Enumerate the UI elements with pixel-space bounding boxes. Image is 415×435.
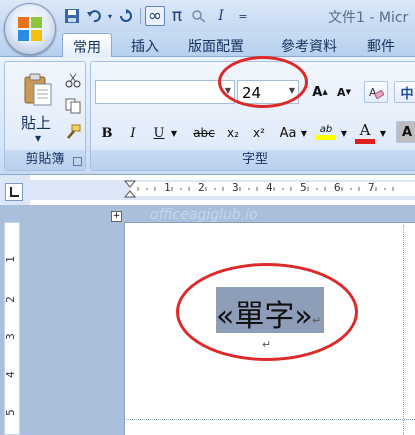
clipboard-group: 貼上 ▼ 剪貼簿 [4, 61, 86, 171]
clear-format-button[interactable]: A [364, 81, 388, 103]
tab-page-layout[interactable]: 版面配置 [188, 36, 244, 56]
shrink-font-label: A [337, 85, 346, 99]
subscript-button[interactable]: x₂ [222, 122, 244, 144]
infinity-icon[interactable]: ∞ [145, 6, 165, 26]
redo-icon[interactable] [116, 6, 136, 26]
format-painter-icon[interactable] [65, 124, 81, 140]
font-color-dropdown-icon[interactable]: ▼ [378, 122, 388, 144]
margin-guide [126, 419, 415, 420]
font-name-combo[interactable]: ▼ [95, 80, 235, 104]
pi-icon[interactable]: π [167, 6, 187, 26]
ribbon: 貼上 ▼ 剪貼簿 ▼ 24 ▼ A ▲ A ▼ A 中 B I U ▼ abc … [0, 57, 415, 175]
vertical-ruler[interactable]: 1 2 3 4 5 [4, 222, 20, 435]
paste-button[interactable]: 貼上 [21, 112, 51, 133]
qat-separator [140, 8, 141, 24]
tab-insert[interactable]: 插入 [131, 36, 159, 56]
annotation-ellipse-font-size [218, 56, 308, 108]
ruler-number: 5 [3, 409, 17, 416]
paste-dropdown-icon[interactable]: ▼ [35, 134, 41, 143]
italic-i-icon[interactable]: I [211, 6, 231, 26]
title-bar: ▾ ∞ π I = 文件1 - Micr [0, 0, 415, 32]
tab-home[interactable]: 常用 [62, 33, 112, 58]
window-title: 文件1 - Micr [328, 10, 409, 26]
undo-dropdown-icon[interactable]: ▾ [106, 6, 114, 26]
phonetic-guide-button[interactable]: 中 [394, 81, 415, 103]
margin-guide [403, 225, 404, 435]
font-color-label: A [359, 120, 371, 139]
character-shading-button[interactable]: A [396, 121, 415, 143]
tab-stop-selector-icon[interactable] [5, 183, 23, 201]
ribbon-tabs: 常用 插入 版面配置 參考資料 郵件 [0, 32, 415, 58]
table-move-handle-icon[interactable]: + [111, 211, 122, 222]
paste-icon[interactable] [23, 72, 53, 106]
bold-button[interactable]: B [97, 122, 117, 144]
annotation-ellipse-field [176, 263, 358, 361]
ruler-ticks [137, 187, 394, 191]
watermark: officeagiglub.io [150, 207, 258, 223]
tab-references[interactable]: 參考資料 [281, 36, 337, 56]
font-color-bar [355, 138, 375, 144]
italic-button[interactable]: I [123, 122, 143, 144]
customize-qat-icon[interactable]: = [233, 6, 253, 26]
quick-access-toolbar: ▾ ∞ π I = [62, 5, 253, 27]
change-case-button[interactable]: Aa [277, 122, 299, 144]
undo-icon[interactable] [84, 6, 104, 26]
save-icon[interactable] [62, 6, 82, 26]
ruler-number: 1 [3, 256, 17, 263]
copy-icon[interactable] [65, 98, 81, 114]
underline-button[interactable]: U [149, 122, 169, 144]
font-group-label: 字型 [91, 150, 415, 170]
ruler-number: 3 [3, 333, 17, 340]
eraser-icon: A [369, 86, 384, 100]
highlight-button[interactable]: ab [313, 118, 339, 146]
strikethrough-button[interactable]: abc [189, 122, 219, 144]
font-color-button[interactable]: A [353, 118, 377, 146]
ruler-number: 2 [3, 296, 17, 303]
shrink-font-button[interactable]: A ▼ [333, 81, 355, 103]
cut-icon[interactable] [65, 72, 81, 88]
underline-dropdown-icon[interactable]: ▼ [169, 122, 179, 144]
highlight-dropdown-icon[interactable]: ▼ [339, 122, 349, 144]
change-case-dropdown-icon[interactable]: ▼ [299, 122, 309, 144]
grow-font-button[interactable]: A ▲ [309, 81, 331, 103]
symbol-icon[interactable] [189, 6, 209, 26]
ruler-number: 4 [3, 371, 17, 378]
grow-font-label: A [312, 84, 323, 100]
office-button[interactable] [4, 3, 56, 55]
highlight-color-bar [316, 135, 336, 140]
tab-mailings[interactable]: 郵件 [367, 36, 395, 56]
superscript-button[interactable]: x² [248, 122, 270, 144]
clipboard-launcher-icon[interactable] [73, 157, 82, 166]
highlight-label: ab [319, 124, 333, 135]
office-logo-icon [18, 17, 42, 41]
horizontal-ruler[interactable]: 1 2 3 4 5 6 7 [30, 180, 415, 200]
